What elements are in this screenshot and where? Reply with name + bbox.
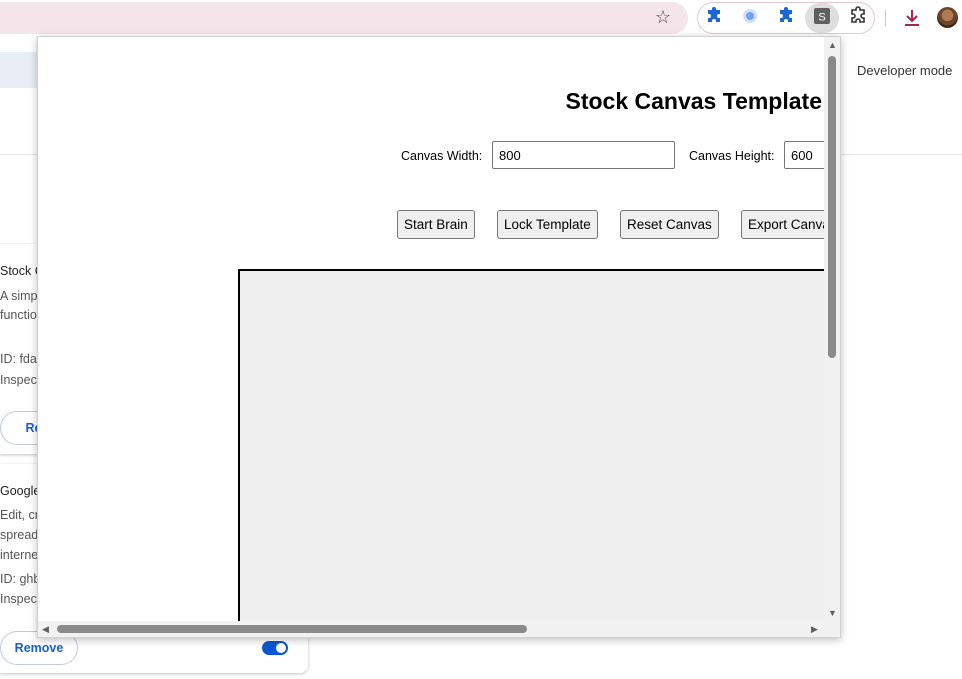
svg-text:S: S xyxy=(818,12,825,24)
card-id: ID: fda xyxy=(0,352,37,366)
scroll-down-arrow-icon[interactable]: ▼ xyxy=(828,608,837,618)
avatar[interactable] xyxy=(937,7,958,28)
card-description-line: functio xyxy=(0,308,37,322)
canvas-height-label: Canvas Height: xyxy=(689,149,775,163)
vertical-scroll-thumb[interactable] xyxy=(828,56,836,358)
horizontal-scroll-thumb[interactable] xyxy=(57,625,527,633)
extensions-menu-icon[interactable] xyxy=(848,6,868,26)
canvas-height-input[interactable] xyxy=(784,141,824,169)
enable-toggle[interactable] xyxy=(262,641,288,655)
card-description-line: Edit, cr xyxy=(0,508,39,522)
extension-popup: Stock Canvas Template Canvas Width: Canv… xyxy=(37,36,841,638)
scrollbar-corner xyxy=(824,621,840,637)
card-description-line: A simp xyxy=(0,289,38,303)
puzzle-icon[interactable] xyxy=(704,6,724,26)
canvas-width-input[interactable] xyxy=(492,141,675,169)
developer-mode-label[interactable]: Developer mode xyxy=(857,63,952,78)
scroll-right-arrow-icon[interactable]: ▶ xyxy=(811,624,818,634)
card-description-line: spread xyxy=(0,528,39,542)
scroll-up-arrow-icon[interactable]: ▲ xyxy=(828,40,837,50)
scroll-left-arrow-icon[interactable]: ◀ xyxy=(42,624,49,634)
card-inspect-views[interactable]: Inspec xyxy=(0,373,37,387)
sidebar-selected-item[interactable] xyxy=(0,52,40,88)
page-title: Stock Canvas Template xyxy=(565,88,822,114)
lock-template-button[interactable]: Lock Template xyxy=(497,210,598,239)
export-canvas-button[interactable]: Export Canvas xyxy=(741,210,824,239)
blue-dot-icon[interactable] xyxy=(740,6,760,26)
horizontal-scrollbar[interactable]: ◀ ▶ xyxy=(38,621,824,637)
vertical-scrollbar[interactable]: ▲ ▼ xyxy=(824,37,840,621)
puzzle-icon[interactable] xyxy=(776,6,796,26)
card-id: ID: ghb xyxy=(0,572,41,586)
toolbar-separator xyxy=(885,9,886,27)
address-bar[interactable] xyxy=(0,2,688,34)
download-icon[interactable] xyxy=(901,7,923,29)
s-extension-icon[interactable]: S xyxy=(812,6,832,26)
drawing-canvas[interactable] xyxy=(238,269,824,621)
card-description-line: interne xyxy=(0,548,39,562)
reset-canvas-button[interactable]: Reset Canvas xyxy=(620,210,719,239)
card-inspect-views[interactable]: Inspec xyxy=(0,592,37,606)
star-icon[interactable]: ☆ xyxy=(652,6,674,28)
browser-toolbar: ☆ S xyxy=(0,0,962,38)
popup-viewport: Stock Canvas Template Canvas Width: Canv… xyxy=(38,37,824,621)
card-title: Google xyxy=(0,484,41,498)
canvas-width-label: Canvas Width: xyxy=(401,149,483,163)
start-brain-button[interactable]: Start Brain xyxy=(397,210,475,239)
